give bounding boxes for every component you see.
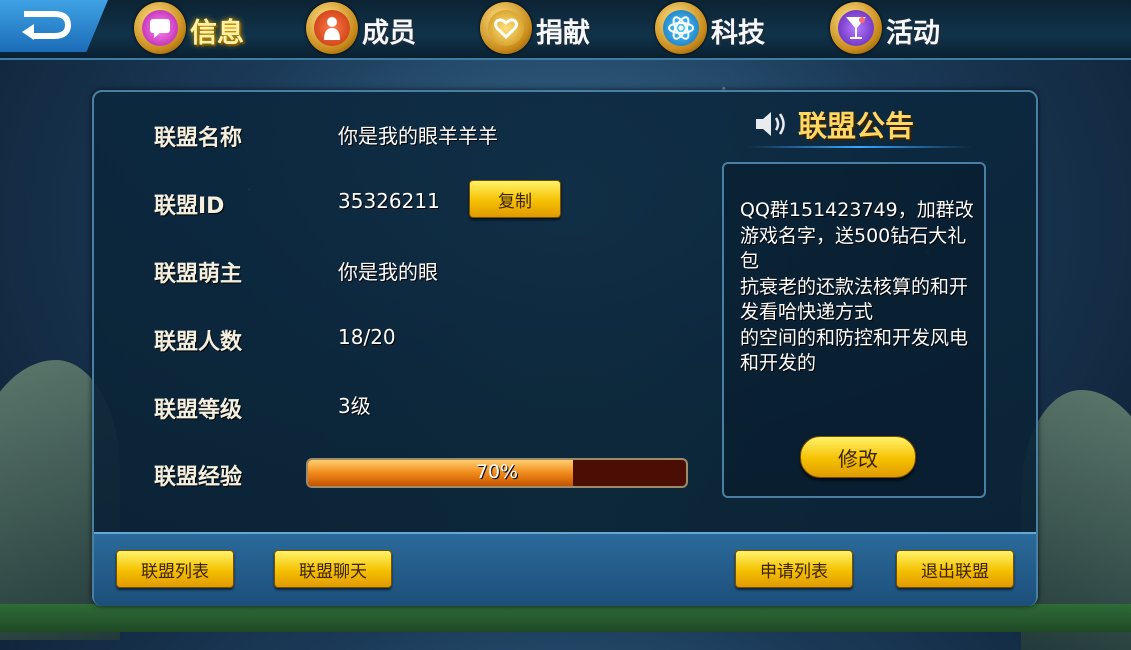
bottom-action-bar: 联盟列表 联盟聊天 申请列表 退出联盟 <box>94 532 1036 606</box>
alliance-id-value: 35326211 <box>338 189 440 213</box>
tab-members[interactable]: 成员 <box>306 2 466 54</box>
alliance-chat-button[interactable]: 联盟聊天 <box>274 550 392 588</box>
back-arrow-icon <box>22 11 72 40</box>
chat-bubble-icon <box>142 10 178 46</box>
alliance-exp-progress-bar: 70% <box>306 458 688 488</box>
alliance-level-label: 联盟等级 <box>154 398 243 423</box>
copy-id-button[interactable]: 复制 <box>469 180 561 218</box>
progress-percent-text: 70% <box>475 461 519 483</box>
alliance-exp-label: 联盟经验 <box>154 465 243 490</box>
alliance-info-panel: 联盟名称 你是我的眼羊羊羊 联盟ID 35326211 复制 联盟萌主 你是我的… <box>92 90 1038 606</box>
notice-box: QQ群151423749，加群改游戏名字，送500钻石大礼包 抗衰老的还款法核算… <box>722 162 986 498</box>
notice-divider <box>746 146 972 148</box>
tab-events-label: 活动 <box>886 18 940 49</box>
alliance-leader-value: 你是我的眼 <box>338 260 438 284</box>
apply-list-button[interactable]: 申请列表 <box>735 550 853 588</box>
leave-alliance-button[interactable]: 退出联盟 <box>896 550 1014 588</box>
alliance-leader-label: 联盟萌主 <box>154 262 243 287</box>
person-icon <box>314 10 350 46</box>
tab-info[interactable]: 信息 <box>134 2 294 54</box>
alliance-name-label: 联盟名称 <box>154 126 243 151</box>
speaker-icon <box>756 112 785 136</box>
alliance-id-label: 联盟ID <box>154 194 225 219</box>
tab-events[interactable]: 活动 <box>830 2 990 54</box>
tab-donate[interactable]: 捐献 <box>480 2 640 54</box>
notice-text: QQ群151423749，加群改游戏名字，送500钻石大礼包 抗衰老的还款法核算… <box>740 199 974 374</box>
alliance-members-value: 18/20 <box>338 325 396 349</box>
tab-tech[interactable]: 科技 <box>655 2 815 54</box>
notice-header: 联盟公告 <box>754 104 954 144</box>
notice-title: 联盟公告 <box>798 109 915 143</box>
tab-info-label: 信息 <box>190 18 244 49</box>
tab-donate-label: 捐献 <box>536 18 590 49</box>
alliance-list-button[interactable]: 联盟列表 <box>116 550 234 588</box>
heart-icon <box>488 10 524 46</box>
alliance-name-value: 你是我的眼羊羊羊 <box>338 124 498 148</box>
background-grass <box>0 604 1131 632</box>
cocktail-icon <box>838 10 874 46</box>
atom-icon <box>663 10 699 46</box>
top-nav-bar: 信息 成员 捐献 科技 活动 <box>0 0 1131 60</box>
modify-notice-button[interactable]: 修改 <box>800 436 916 478</box>
alliance-level-value: 3级 <box>338 394 371 418</box>
back-button[interactable] <box>0 0 108 52</box>
tab-tech-label: 科技 <box>711 18 765 49</box>
alliance-members-label: 联盟人数 <box>154 330 243 355</box>
tab-members-label: 成员 <box>362 18 416 49</box>
